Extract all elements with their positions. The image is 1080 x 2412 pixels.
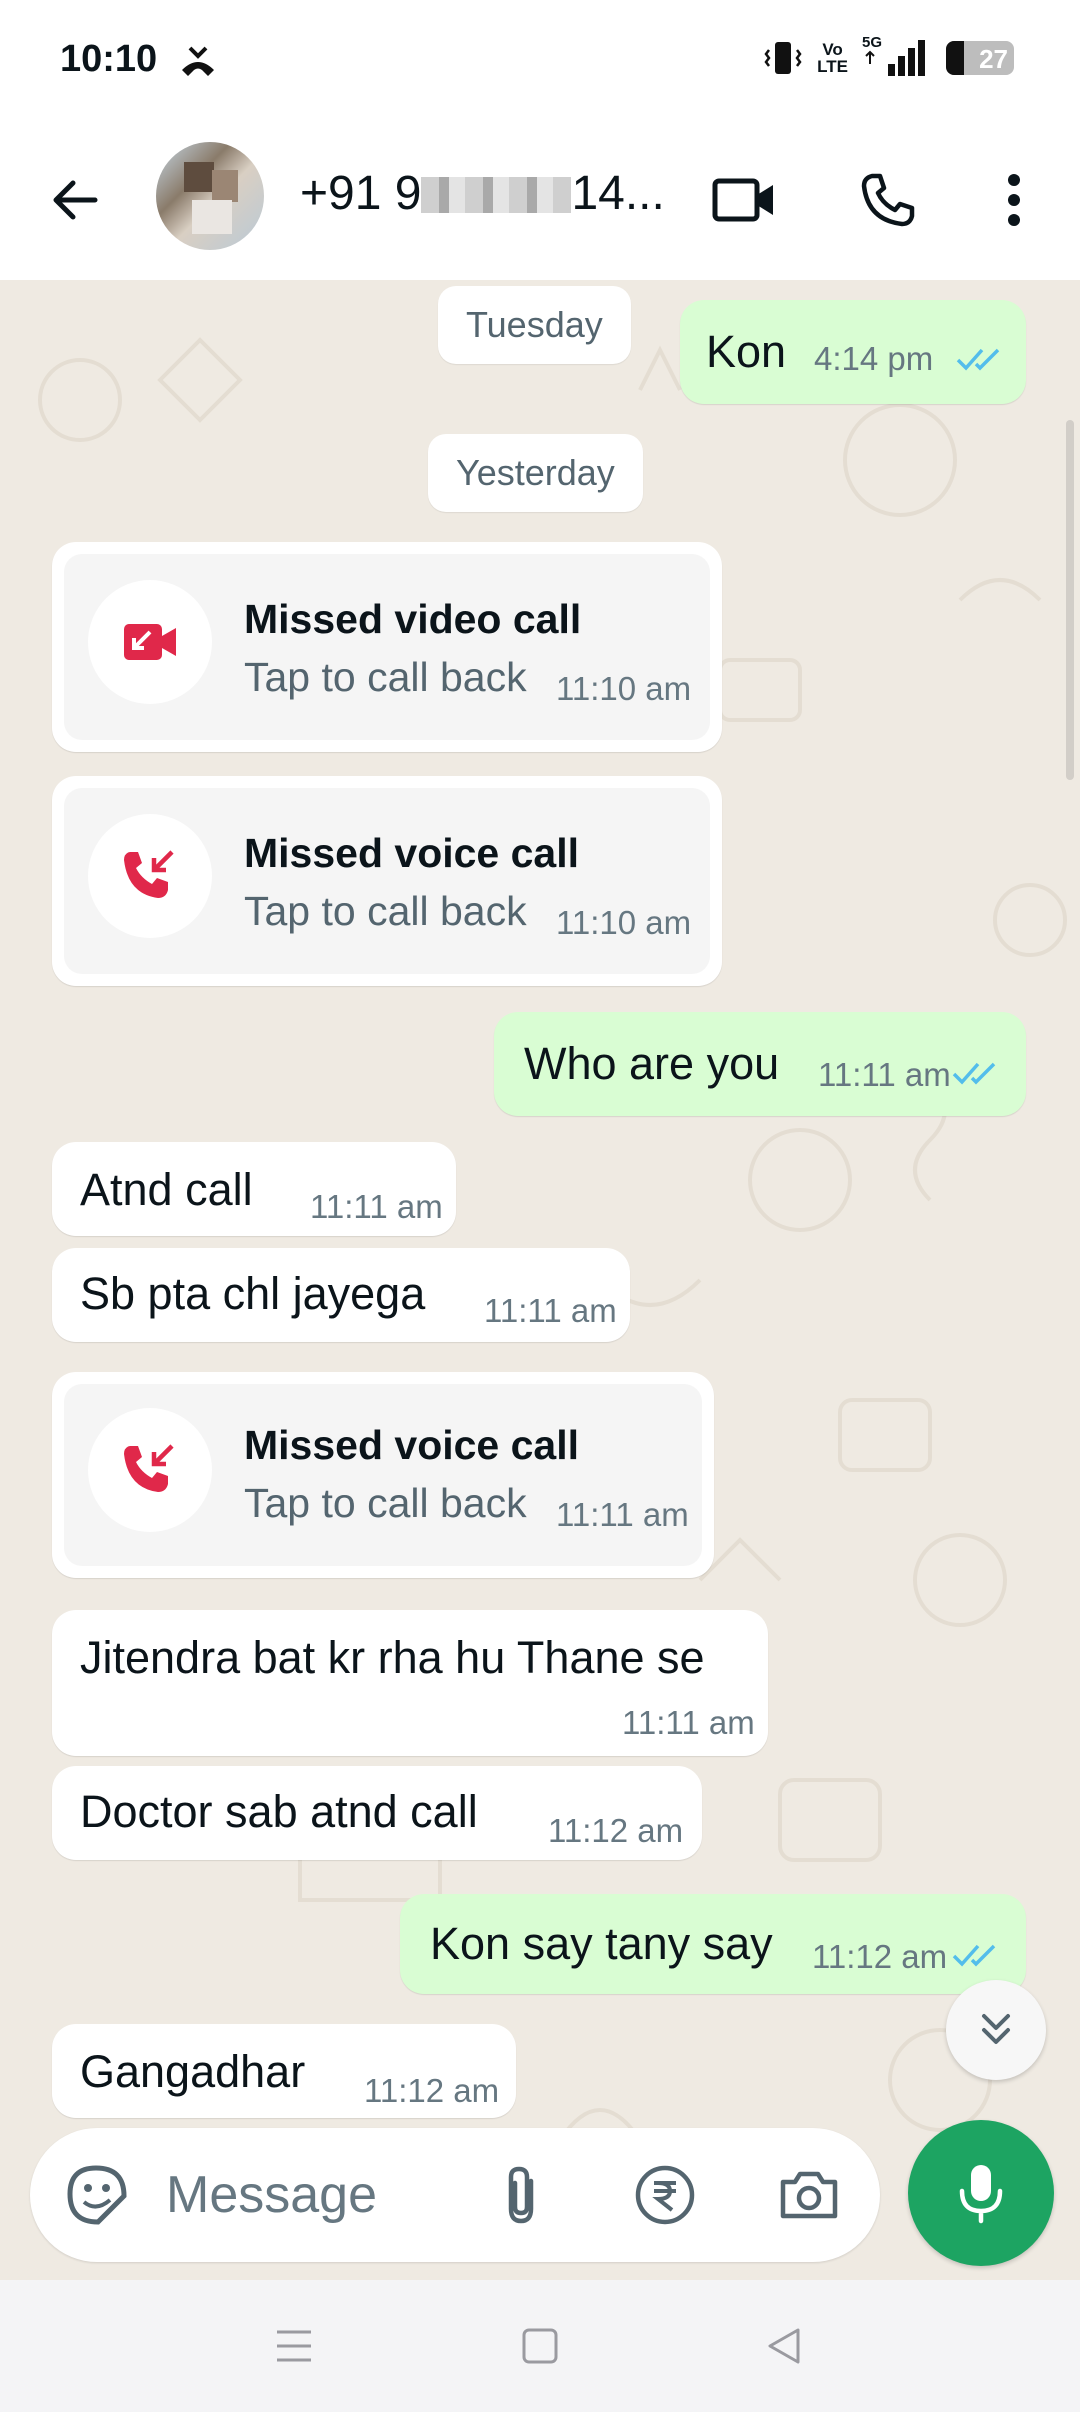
contact-number-prefix: +91 9 [300,167,422,220]
message-incoming[interactable]: Jitendra bat kr rha hu Thane se 11:11 am [52,1610,768,1756]
call-subtitle: Tap to call back [244,654,527,700]
back-button[interactable] [40,165,110,235]
avatar[interactable] [156,142,264,250]
microphone-icon [959,2165,1003,2224]
message-text: Jitendra bat kr rha hu Thane se [80,1632,705,1683]
missed-video-call-card[interactable]: Missed video call Tap to call back 11:10… [52,542,722,752]
call-card: Missed voice call Tap to call back 11:11… [64,1384,702,1566]
call-title: Missed voice call [244,830,580,876]
missed-voice-call-card[interactable]: Missed voice call Tap to call back 11:11… [52,1372,714,1578]
message-time: 11:11 am [310,1188,443,1225]
missed-voice-call-card[interactable]: Missed voice call Tap to call back 11:10… [52,776,722,986]
rupee-icon [635,2165,695,2225]
message-incoming[interactable]: Gangadhar 11:12 am [52,2024,516,2118]
message-text: Atnd call [80,1164,253,1215]
call-card: Missed voice call Tap to call back 11:10… [64,788,710,974]
menu-button[interactable] [974,160,1054,240]
sticker-icon [67,2165,127,2225]
message-text: Who are you [524,1038,780,1089]
payment-button[interactable] [630,2160,700,2230]
double-check-read-icon [956,348,1000,371]
message-text: Sb pta chl jayega [80,1268,426,1319]
call-subtitle: Tap to call back [244,1480,527,1526]
message-text: Doctor sab atnd call [80,1786,478,1837]
message-composer [30,2128,880,2262]
phone-icon [861,173,915,227]
message-incoming[interactable]: Sb pta chl jayega 11:11 am [52,1248,630,1342]
call-subtitle: Tap to call back [244,888,527,934]
signal-icon: 5G [862,34,932,78]
message-text: Gangadhar [80,2046,306,2097]
call-card: Missed video call Tap to call back 11:10… [64,554,710,740]
missed-call-icon-wrap [88,580,212,704]
missed-call-icon-wrap [88,1408,212,1532]
triangle-back-icon [768,2328,800,2364]
message-time: 11:12 am [364,2072,500,2109]
home-button[interactable] [510,2316,570,2376]
message-time: 11:12 am [812,1938,948,1975]
video-camera-icon [712,178,773,222]
back-nav-button[interactable] [754,2316,814,2376]
missed-voice-call-icon [124,850,174,898]
paperclip-icon [508,2166,534,2224]
missed-video-call-icon [124,624,176,660]
message-outgoing[interactable]: Kon 4:14 pm [680,300,1026,404]
call-title: Missed voice call [244,1422,580,1468]
message-outgoing[interactable]: Kon say tany say 11:12 am [400,1894,1026,1994]
chat-area[interactable]: Tuesday Kon 4:14 pm Yesterday Missed vid… [0,280,1080,2280]
camera-button[interactable] [774,2160,844,2230]
sticker-button[interactable] [62,2160,132,2230]
message-text: Kon [706,326,787,377]
square-home-icon [522,2328,558,2364]
message-text: Kon say tany say [430,1918,773,1969]
menu-lines-icon [277,2330,311,2362]
arrow-left-icon [53,180,98,220]
battery-icon: 27 [946,41,1014,75]
voice-call-button[interactable] [848,160,928,240]
message-time: 11:11 am [818,1056,951,1093]
vibrate-icon [764,42,802,74]
contact-number-suffix: 14... [571,167,665,220]
volte-bottom: LTE [817,57,848,76]
message-time: 11:12 am [548,1812,684,1849]
double-check-read-icon [952,1062,996,1085]
message-incoming[interactable]: Doctor sab atnd call 11:12 am [52,1766,702,1860]
attach-button[interactable] [486,2160,556,2230]
missed-call-icon-wrap [88,814,212,938]
status-bar: 10:10 Vo LTE 5G 27 [0,0,1080,120]
date-chip-yesterday: Yesterday [428,434,643,512]
more-vertical-icon [1008,174,1020,226]
chat-header: +91 9 14... [0,120,1080,280]
double-chevron-down-icon [982,2014,1010,2044]
system-nav-bar [0,2280,1080,2412]
scrollbar-thumb[interactable] [1066,420,1074,780]
message-outgoing[interactable]: Who are you 11:11 am [494,1012,1026,1116]
message-time: 11:11 am [622,1704,755,1741]
volte-indicator: Vo LTE [817,41,848,75]
call-time: 11:10 am [556,904,692,941]
scroll-to-bottom-button[interactable] [946,1980,1046,2080]
contact-name[interactable]: +91 9 14... [300,166,665,221]
battery-text: 27 [979,44,1008,74]
message-time: 11:11 am [484,1292,617,1329]
status-time: 10:10 [60,38,158,80]
status-icons: Vo LTE 5G 27 [763,34,1014,78]
message-time: 4:14 pm [814,340,934,377]
missed-call-status-icon [182,46,214,76]
redacted-digits [421,177,572,213]
message-incoming[interactable]: Atnd call 11:11 am [52,1142,456,1236]
call-title: Missed video call [244,596,582,642]
message-input[interactable] [166,2162,466,2228]
camera-icon [780,2171,838,2219]
voice-message-button[interactable] [908,2120,1054,2266]
call-time: 11:10 am [556,670,692,707]
battery-level [946,41,965,75]
missed-voice-call-icon [124,1444,174,1492]
double-check-read-icon [952,1944,996,1967]
call-time: 11:11 am [556,1496,689,1533]
video-call-button[interactable] [704,160,784,240]
recents-button[interactable] [264,2316,324,2376]
volte-top: Vo [822,40,843,59]
date-chip-tuesday: Tuesday [438,286,631,364]
